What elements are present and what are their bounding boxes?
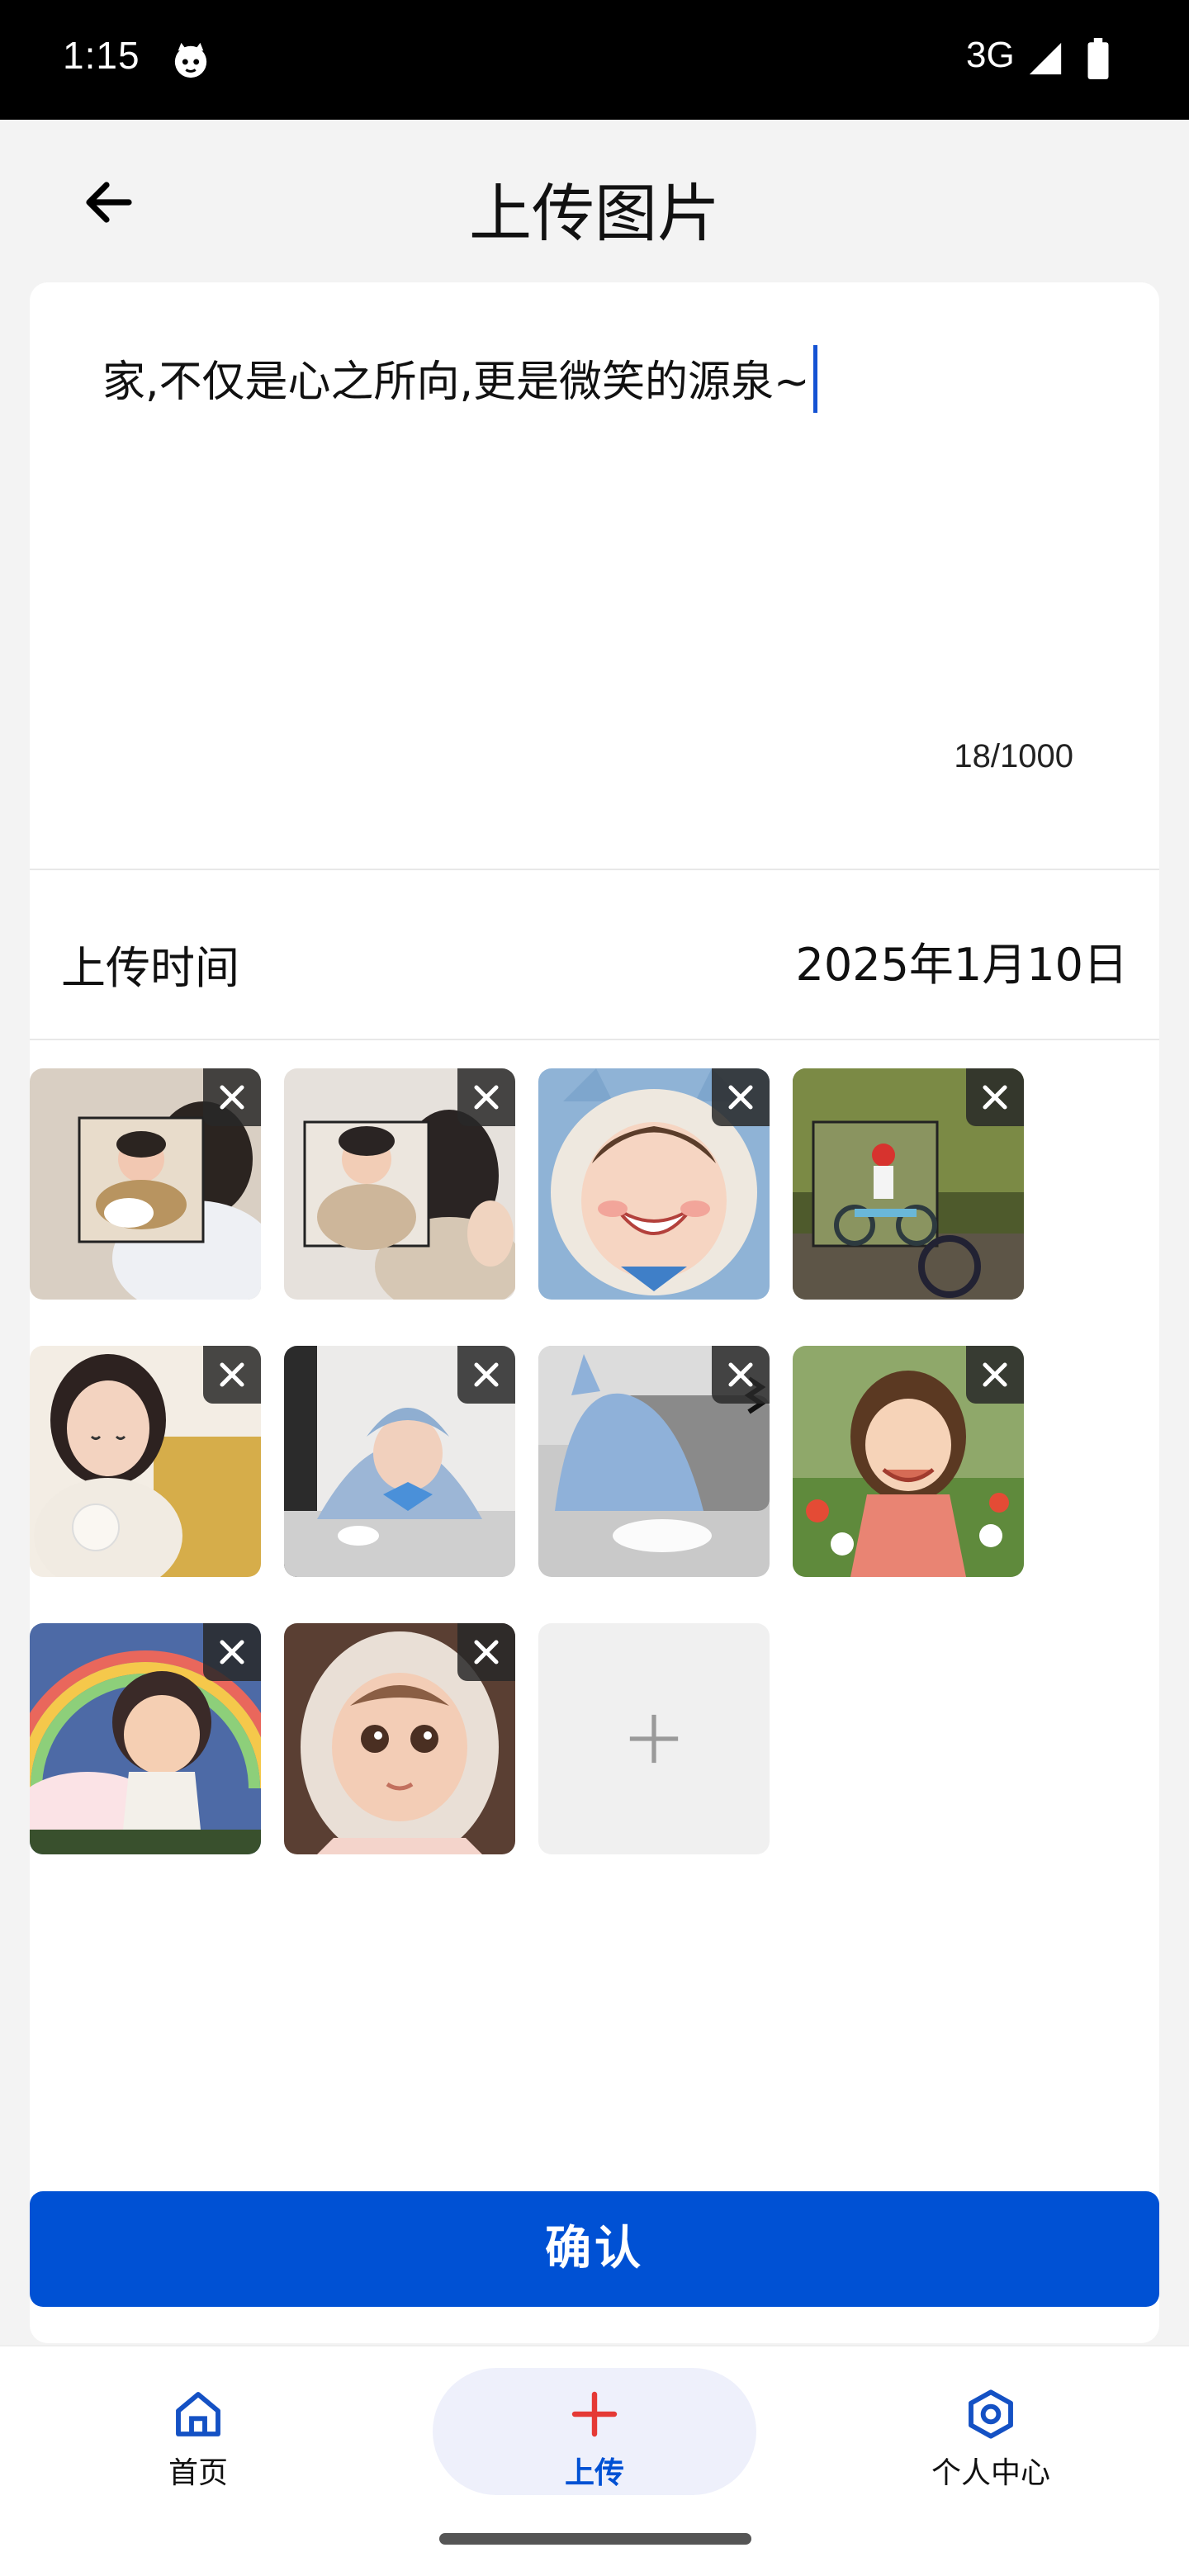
close-icon — [983, 1085, 1007, 1110]
upload-date-value[interactable]: 2025年1月10日 — [796, 928, 1129, 993]
nav-label-home: 首页 — [168, 2456, 228, 2490]
nav-label-upload: 上传 — [564, 2456, 624, 2490]
status-bar: 1:15 3G — [0, 0, 1189, 120]
close-icon — [474, 1640, 499, 1664]
image-thumb-3[interactable] — [538, 1068, 770, 1300]
signal-icon — [1029, 42, 1062, 75]
char-counter: 18/1000 — [954, 738, 1073, 774]
plus-icon — [571, 2391, 618, 2437]
upload-date-row[interactable]: 上传时间 2025年1月10日 — [30, 872, 1159, 1040]
description-value: 家,不仅是心之所向,更是微笑的源泉~ — [102, 358, 810, 407]
remove-image-button[interactable] — [457, 1623, 515, 1681]
image-thumb-1[interactable] — [30, 1068, 261, 1300]
close-icon — [220, 1640, 244, 1664]
close-icon — [728, 1085, 753, 1110]
plus-icon — [629, 1714, 679, 1764]
add-image-button[interactable] — [538, 1623, 770, 1854]
page-title: 上传图片 — [469, 177, 720, 250]
nav-item-home[interactable]: 首页 — [33, 2346, 363, 2528]
close-icon — [983, 1362, 1007, 1387]
remove-image-button[interactable] — [203, 1623, 261, 1681]
text-caret — [812, 345, 817, 413]
close-icon — [220, 1085, 244, 1110]
image-thumb-2[interactable] — [284, 1068, 515, 1300]
status-time: 1:15 — [63, 34, 140, 77]
close-icon — [220, 1362, 244, 1387]
remove-image-button[interactable] — [712, 1346, 770, 1404]
upload-date-label: 上传时间 — [61, 942, 239, 994]
image-thumb-10[interactable] — [284, 1623, 515, 1854]
remove-image-button[interactable] — [457, 1346, 515, 1404]
upload-form-card: 家,不仅是心之所向,更是微笑的源泉~ 18/1000 上传时间 2025年1月1… — [30, 282, 1159, 2343]
nav-item-upload[interactable]: 上传 — [429, 2346, 760, 2528]
image-thumb-6[interactable] — [284, 1346, 515, 1577]
close-icon — [474, 1085, 499, 1110]
remove-image-button[interactable] — [966, 1068, 1024, 1126]
remove-image-button[interactable] — [203, 1068, 261, 1126]
app-header: 上传图片 — [0, 120, 1189, 281]
battery-icon — [1087, 38, 1109, 79]
remove-image-button[interactable] — [203, 1346, 261, 1404]
description-text: 家,不仅是心之所向,更是微笑的源泉~ — [102, 345, 817, 413]
description-textarea[interactable]: 家,不仅是心之所向,更是微笑的源泉~ 18/1000 — [30, 282, 1159, 870]
gesture-home-indicator[interactable] — [439, 2533, 751, 2545]
remove-image-button[interactable] — [966, 1346, 1024, 1404]
hexagon-icon — [969, 2389, 1013, 2439]
confirm-button[interactable]: 确认 — [30, 2191, 1159, 2307]
image-thumb-4[interactable] — [793, 1068, 1024, 1300]
image-thumb-7[interactable] — [538, 1346, 770, 1577]
remove-image-button[interactable] — [712, 1068, 770, 1126]
close-icon — [474, 1362, 499, 1387]
home-icon — [176, 2392, 220, 2436]
image-thumb-9[interactable] — [30, 1623, 261, 1854]
nav-label-profile: 个人中心 — [931, 2456, 1050, 2490]
nav-item-profile[interactable]: 个人中心 — [826, 2346, 1156, 2528]
close-icon — [728, 1362, 753, 1387]
remove-image-button[interactable] — [457, 1068, 515, 1126]
network-type: 3G — [966, 35, 1015, 75]
image-thumb-8[interactable] — [793, 1346, 1024, 1577]
image-thumb-5[interactable] — [30, 1346, 261, 1577]
notification-cat-icon — [174, 42, 207, 78]
